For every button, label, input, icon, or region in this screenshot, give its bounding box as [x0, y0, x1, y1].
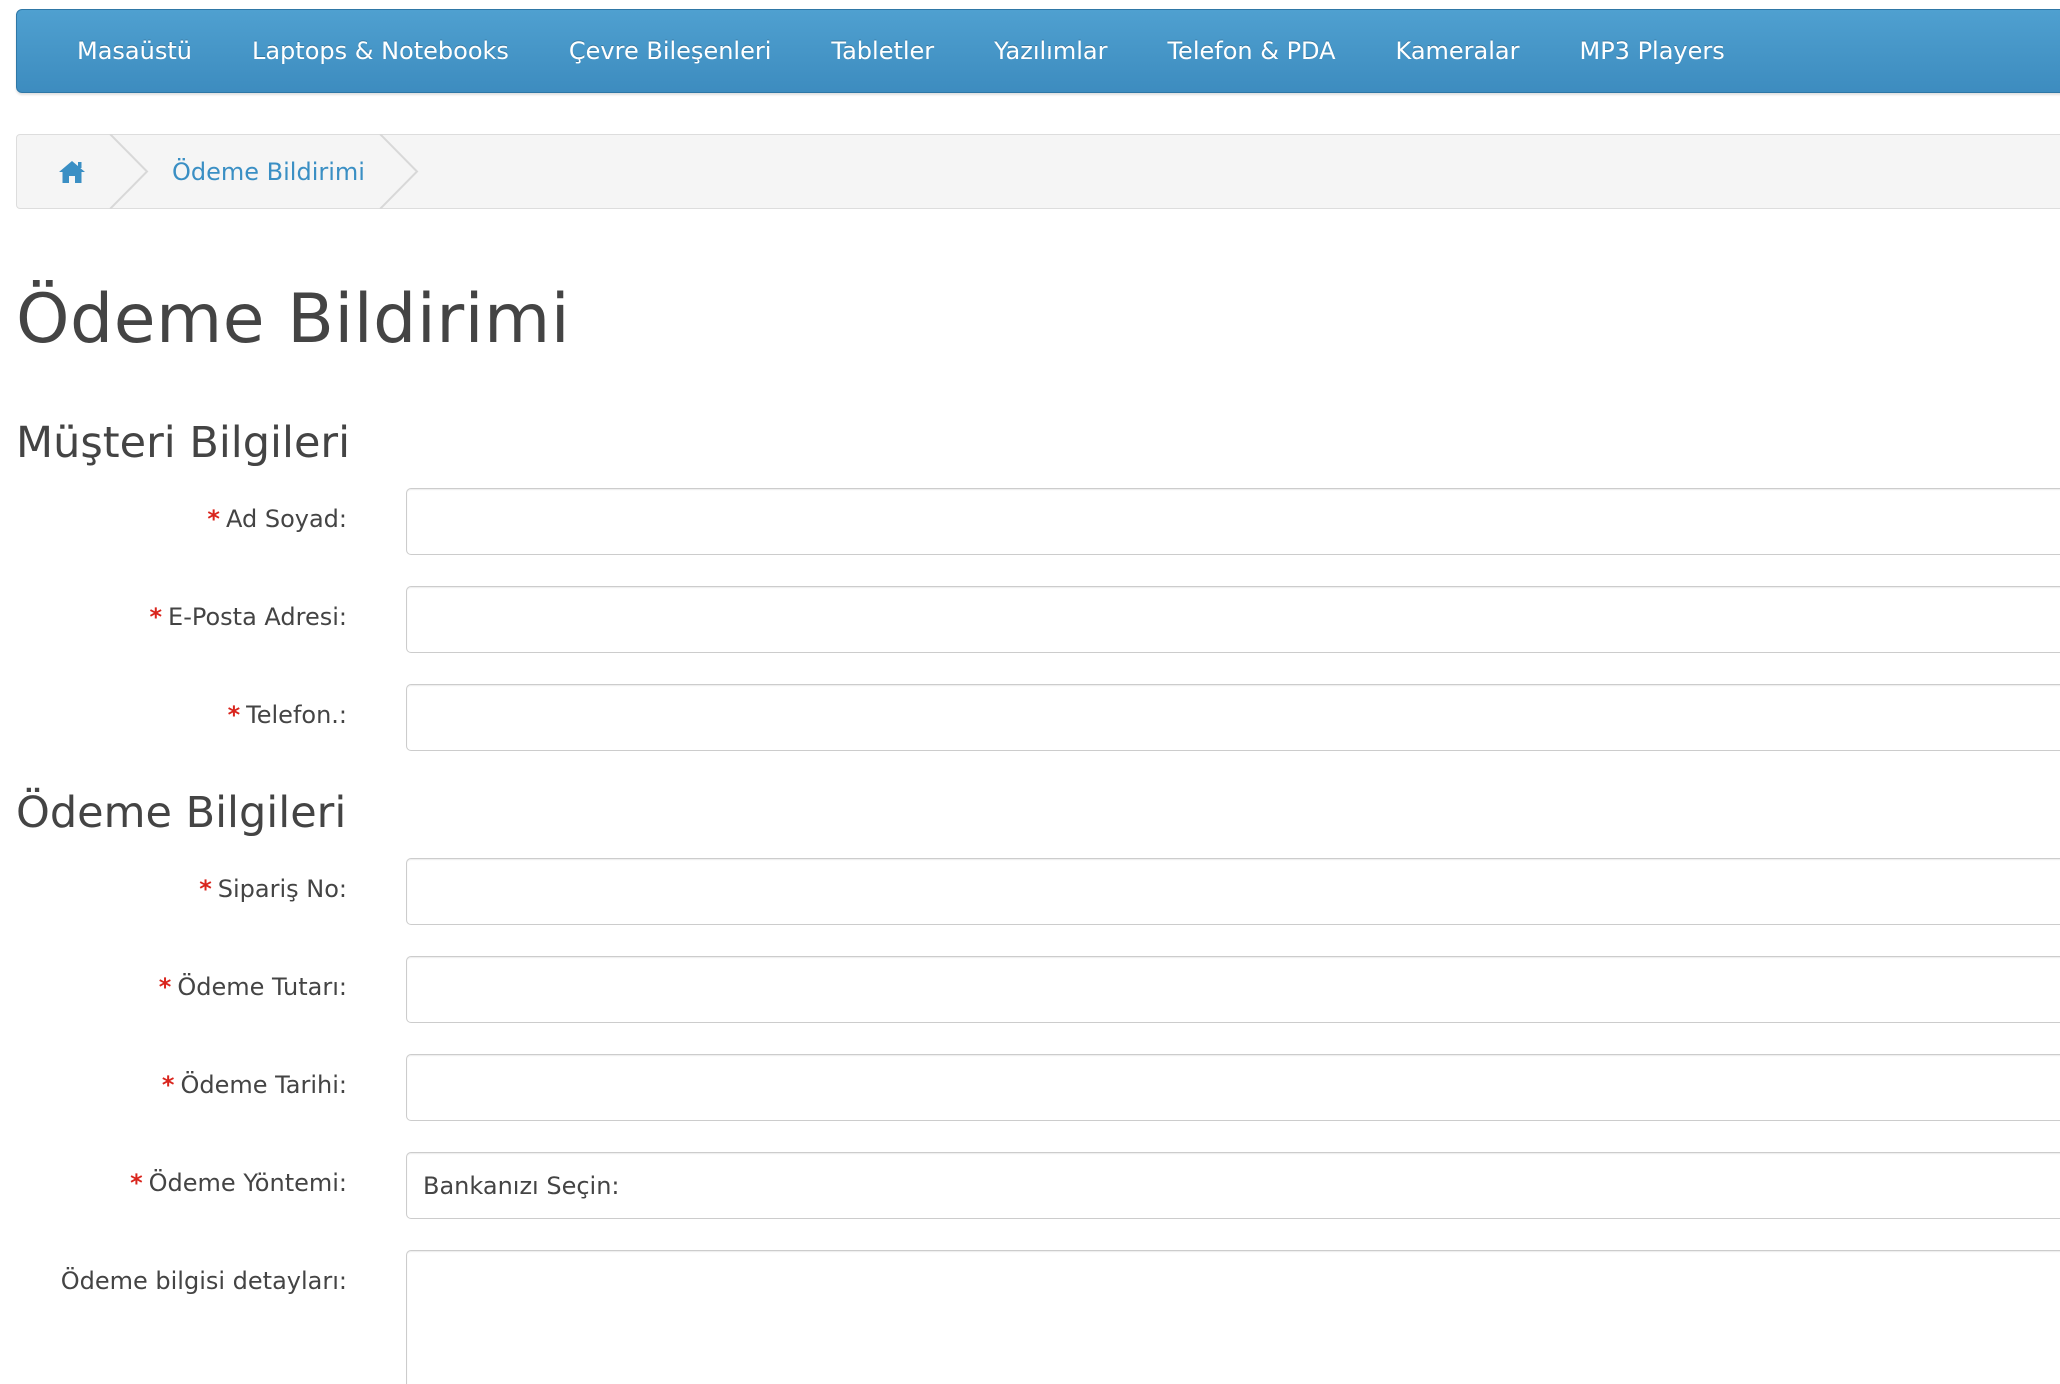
- order-label-text: Sipariş No:: [217, 875, 347, 903]
- nav-item-mp3-players[interactable]: MP3 Players: [1580, 37, 1725, 65]
- nav-item-kameralar[interactable]: Kameralar: [1396, 37, 1520, 65]
- order-label: * Sipariş No:: [199, 875, 347, 903]
- payment-method-selected: Bankanızı Seçin:: [423, 1171, 620, 1200]
- page: Masaüstü Laptops & Notebooks Çevre Bileş…: [0, 0, 2060, 1384]
- email-label-text: E-Posta Adresi:: [168, 603, 347, 631]
- amount-label-text: Ödeme Tutarı:: [177, 973, 347, 1001]
- phone-input[interactable]: [406, 684, 2060, 751]
- phone-label: * Telefon.:: [228, 701, 347, 729]
- page-title: Ödeme Bildirimi: [16, 280, 571, 359]
- order-number-input[interactable]: [406, 858, 2060, 925]
- email-label: * E-Posta Adresi:: [149, 603, 347, 631]
- payment-amount-input[interactable]: [406, 956, 2060, 1023]
- home-icon: [59, 160, 85, 183]
- nav-item-yazilimlar[interactable]: Yazılımlar: [994, 37, 1107, 65]
- required-mark: *: [149, 603, 163, 631]
- date-label: * Ödeme Tarihi:: [162, 1071, 347, 1099]
- nav-item-telefon-pda[interactable]: Telefon & PDA: [1167, 37, 1335, 65]
- breadcrumb-home-link[interactable]: [57, 135, 87, 208]
- breadcrumb: Ödeme Bildirimi: [16, 134, 2060, 209]
- name-input[interactable]: [406, 488, 2060, 555]
- required-mark: *: [199, 875, 212, 903]
- nav-item-laptops[interactable]: Laptops & Notebooks: [252, 37, 509, 65]
- nav-item-tabletler[interactable]: Tabletler: [831, 37, 934, 65]
- payment-method-select[interactable]: Bankanızı Seçin:: [406, 1152, 2060, 1219]
- required-mark: *: [227, 701, 241, 729]
- required-mark: *: [207, 505, 220, 533]
- date-label-text: Ödeme Tarihi:: [180, 1071, 347, 1099]
- nav-item-cevre-bilesenleri[interactable]: Çevre Bileşenleri: [569, 37, 771, 65]
- method-label: * Ödeme Yöntemi:: [130, 1169, 347, 1197]
- required-mark: *: [158, 973, 172, 1001]
- phone-label-text: Telefon.:: [246, 701, 347, 729]
- payment-date-input[interactable]: [406, 1054, 2060, 1121]
- payment-details-textarea[interactable]: [406, 1250, 2060, 1384]
- breadcrumb-current-label: Ödeme Bildirimi: [172, 157, 365, 186]
- email-input[interactable]: [406, 586, 2060, 653]
- required-mark: *: [161, 1071, 175, 1099]
- section-title-customer: Müşteri Bilgileri: [16, 418, 351, 468]
- breadcrumb-separator: [109, 134, 149, 209]
- breadcrumb-current-link[interactable]: Ödeme Bildirimi: [172, 135, 365, 208]
- details-label-text: Ödeme bilgisi detayları:: [60, 1267, 347, 1295]
- name-label-text: Ad Soyad:: [225, 505, 347, 533]
- nav-item-masaustu[interactable]: Masaüstü: [77, 37, 192, 65]
- breadcrumb-separator: [379, 134, 419, 209]
- details-label: Ödeme bilgisi detayları:: [61, 1267, 347, 1295]
- method-label-text: Ödeme Yöntemi:: [148, 1169, 347, 1197]
- amount-label: * Ödeme Tutarı:: [159, 973, 347, 1001]
- top-navigation: Masaüstü Laptops & Notebooks Çevre Bileş…: [16, 9, 2060, 93]
- section-title-payment: Ödeme Bilgileri: [16, 788, 347, 838]
- name-label: * Ad Soyad:: [207, 505, 347, 533]
- required-mark: *: [130, 1169, 143, 1197]
